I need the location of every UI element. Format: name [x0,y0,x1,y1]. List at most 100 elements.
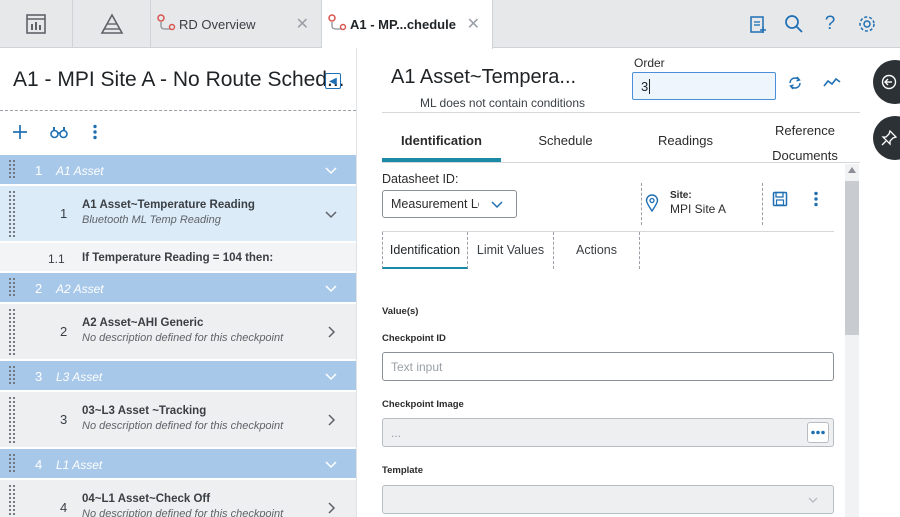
checkpoint-row[interactable]: 4 04~L1 Asset~Check Off No description def… [0,480,356,517]
search-icon[interactable] [783,13,805,35]
datasheet-label: Datasheet ID: [382,172,459,186]
chevron-left-icon: ◀ [329,75,337,87]
save-icon[interactable] [772,191,788,212]
route-icon [328,14,347,31]
checkpoint-title: A1 Asset~Temperature Reading [82,199,255,211]
checkpoint-title: 03~L3 Asset ~Tracking [82,405,207,417]
pin-icon [881,130,897,146]
row-number: 1.1 [48,252,65,266]
subtab-identification[interactable]: Identification [382,232,468,269]
checkpoint-title: A2 Asset~AHI Generic [82,317,204,329]
divider [762,183,763,225]
main-tabs: Identification Schedule Readings Referen… [382,113,860,163]
trend-icon[interactable] [823,74,841,92]
group-label: A2 Asset [56,282,104,296]
drag-handle-icon[interactable] [8,308,16,355]
side-action-button[interactable] [873,60,900,104]
row-number: 4 [35,457,43,472]
group-label: L1 Asset [56,458,103,472]
clipboard-add-icon[interactable] [747,13,769,35]
checkpoint-row[interactable]: 1 A1 Asset~Temperature Reading Bluetooth M… [0,186,356,242]
checkpoint-image-field: ... [382,418,834,447]
subtab-actions[interactable]: Actions [554,232,640,269]
asset-group-row[interactable]: 4 L1 Asset [0,449,356,479]
panel-splitter[interactable] [356,48,357,517]
checkpoint-description: No description defined for this checkpoi… [82,420,284,432]
datasheet-select[interactable]: Measurement Lo [382,190,517,218]
drag-handle-icon[interactable] [8,190,16,237]
template-select [382,485,834,514]
subtab-limit-values[interactable]: Limit Values [468,232,554,269]
tab-schedule[interactable]: Schedule [506,113,625,162]
gear-icon[interactable] [856,13,878,35]
drag-handle-icon[interactable] [8,159,16,180]
refresh-icon[interactable] [786,74,804,92]
checkpoint-row[interactable]: 2 A2 Asset~AHI Generic No description defi… [0,304,356,360]
chevron-down-icon [491,201,503,209]
top-tab-bar: RD Overview ✕ A1 - MP...chedule ✕ ? [0,0,900,49]
checkpoint-row[interactable]: 3 03~L3 Asset ~Tracking No description def… [0,392,356,448]
chevron-right-icon[interactable] [324,325,338,339]
location-pin-icon [645,194,659,217]
order-label: Order [634,56,665,70]
binoculars-icon[interactable] [49,122,69,142]
collapse-panel-button[interactable]: ◀ [325,73,341,89]
close-icon[interactable]: ✕ [296,14,309,34]
values-label: Value(s) [382,306,419,317]
side-pin-button[interactable] [873,116,900,160]
help-icon[interactable]: ? [819,13,841,35]
row-number: 3 [35,369,43,384]
tab-reference-documents[interactable]: Reference Documents [762,113,848,163]
pyramid-icon[interactable] [73,0,151,47]
chevron-right-icon[interactable] [324,413,338,427]
more-vertical-icon[interactable] [85,122,105,142]
chevron-down-icon[interactable] [324,281,338,295]
scroll-up-arrow[interactable] [848,167,856,173]
drag-handle-icon[interactable] [8,396,16,443]
chevron-right-icon[interactable] [324,501,338,515]
route-title: A1 - MPI Site A - No Route Sched... [13,68,345,91]
chevron-down-icon[interactable] [324,207,338,221]
tab-identification[interactable]: Identification [382,113,501,162]
checkpoint-id-input[interactable]: Text input [382,352,834,381]
drag-handle-icon[interactable] [8,277,16,298]
close-icon[interactable]: ✕ [467,14,480,34]
checkpoint-image-label: Checkpoint Image [382,399,464,410]
condition-row[interactable]: 1.1 If Temperature Reading = 104 then: [0,243,356,272]
checkpoint-description: No description defined for this checkpoi… [82,508,284,517]
asset-title: A1 Asset~Tempera... [391,66,577,88]
asset-group-row[interactable]: 1 A1 Asset [0,155,356,185]
checkpoint-title: 04~L1 Asset~Check Off [82,493,211,505]
chevron-down-icon[interactable] [324,457,338,471]
more-horizontal-icon [811,430,825,435]
browse-image-button[interactable] [807,422,829,443]
dashboard-icon[interactable] [0,0,73,47]
more-vertical-icon[interactable] [813,191,819,212]
tab-rd-overview[interactable]: RD Overview ✕ [151,0,322,48]
asset-group-row[interactable]: 3 L3 Asset [0,361,356,391]
datasheet-value: Measurement Lo [391,197,479,211]
drag-handle-icon[interactable] [8,484,16,517]
route-icon [157,14,176,31]
chevron-down-icon[interactable] [324,163,338,177]
asset-group-row[interactable]: 2 A2 Asset [0,273,356,303]
row-number: 1 [60,206,68,221]
drag-handle-icon[interactable] [8,453,16,474]
template-label: Template [382,465,424,476]
row-number: 2 [35,281,43,296]
add-icon[interactable] [10,122,30,142]
row-number: 2 [60,324,68,339]
tab-readings[interactable]: Readings [626,113,745,162]
order-input[interactable]: 3 [632,72,776,100]
tab-label: A1 - MP...chedule [350,17,456,32]
divider [0,110,356,111]
divider [641,183,642,225]
drag-handle-icon[interactable] [8,365,16,386]
chevron-down-icon[interactable] [324,369,338,383]
chevron-down-icon [808,497,818,503]
login-icon [881,74,897,90]
tab-route-schedule[interactable]: A1 - MP...chedule ✕ [322,0,493,49]
tab-label: RD Overview [179,17,256,32]
scrollbar-thumb[interactable] [845,181,859,335]
group-label: A1 Asset [56,164,104,178]
